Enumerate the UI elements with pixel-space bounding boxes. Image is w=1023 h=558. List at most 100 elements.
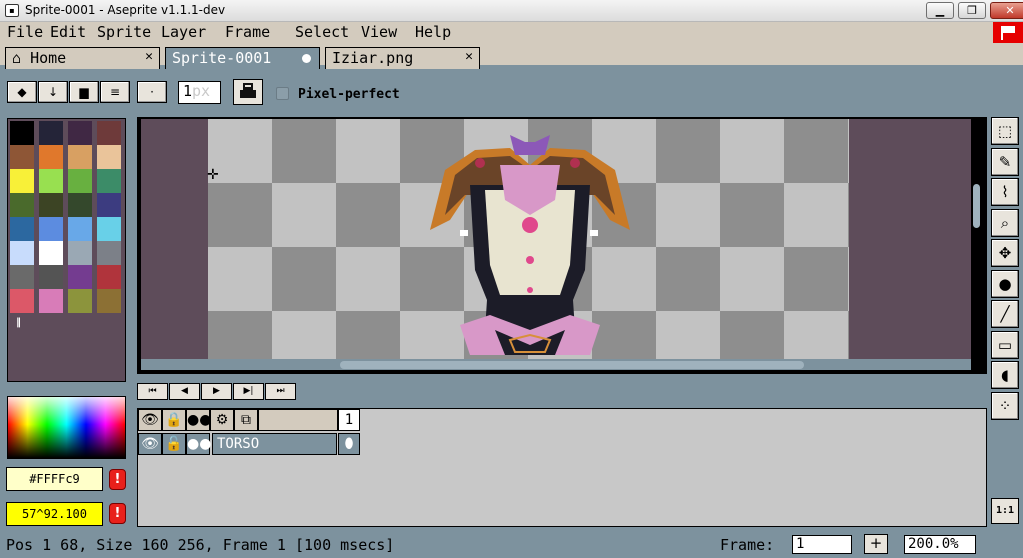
palette-swatch[interactable] xyxy=(10,265,34,289)
palette-swatch[interactable] xyxy=(68,145,92,169)
eyedropper-icon[interactable]: ⌇ xyxy=(991,178,1019,206)
palette-swatch[interactable] xyxy=(97,289,121,313)
pixel-perfect-checkbox[interactable] xyxy=(276,87,289,100)
pencil-icon[interactable]: ✎ xyxy=(991,147,1019,176)
move-icon[interactable]: ✥ xyxy=(991,239,1019,267)
menu-file[interactable]: File xyxy=(7,23,43,41)
palette-swatch[interactable] xyxy=(97,217,121,241)
next-frame-icon[interactable]: ▶| xyxy=(233,383,264,400)
paint-bucket-icon[interactable]: ● xyxy=(991,269,1019,298)
tab-iziar[interactable]: Iziar.png ✕ xyxy=(325,47,480,69)
palette-swatch[interactable] xyxy=(39,241,63,265)
palette-swatch[interactable] xyxy=(97,145,121,169)
palette-swatch[interactable] xyxy=(97,241,121,265)
palette-swatch[interactable] xyxy=(68,217,92,241)
palette-size-icon[interactable]: ‖ xyxy=(16,317,21,328)
palette-swatch[interactable] xyxy=(68,169,92,193)
zoom-input[interactable]: 200.0% xyxy=(904,535,976,554)
palette-swatch[interactable] xyxy=(68,241,92,265)
spray-icon[interactable]: ⁘ xyxy=(991,391,1019,420)
tab-sprite-0001[interactable]: Sprite-0001 xyxy=(165,47,320,69)
palette-swatch[interactable] xyxy=(39,265,63,289)
tab-home[interactable]: ⌂ Home ✕ xyxy=(5,47,160,69)
palette-swatch[interactable] xyxy=(10,289,34,313)
frame-input[interactable]: 1 xyxy=(792,535,852,554)
palette-swatch[interactable] xyxy=(10,241,34,265)
palette-swatch[interactable] xyxy=(97,121,121,145)
timeline-header: 👁 🔒 ●● ⚙ ⧉ 1 xyxy=(138,409,364,432)
lock-icon[interactable]: 🔒 xyxy=(162,409,186,431)
contour-icon[interactable]: ◖ xyxy=(991,361,1019,389)
palette-swatch[interactable] xyxy=(10,121,34,145)
eraser-icon[interactable]: ◆ xyxy=(7,81,37,103)
tab-iziar-close-icon[interactable]: ✕ xyxy=(465,49,473,64)
continuous-icon[interactable]: ●● xyxy=(186,433,211,455)
onion-skin-icon[interactable]: ●● xyxy=(186,409,211,431)
palette-swatch[interactable] xyxy=(10,145,34,169)
close-button[interactable]: ✕ xyxy=(990,2,1023,19)
palette-swatch[interactable] xyxy=(39,169,63,193)
eye-icon[interactable]: 👁 xyxy=(138,409,162,431)
rectangular-marquee-icon[interactable]: ⬚ xyxy=(991,117,1019,145)
first-frame-icon[interactable]: ⏮ xyxy=(137,383,168,400)
palette-swatch[interactable] xyxy=(68,193,92,217)
layer-name[interactable]: TORSO xyxy=(212,433,337,455)
menu-edit[interactable]: Edit xyxy=(50,23,86,41)
palette-swatch[interactable] xyxy=(39,145,63,169)
rectangle-icon[interactable]: ▭ xyxy=(991,330,1019,359)
horizontal-scroll-thumb[interactable] xyxy=(340,361,804,369)
menu-select[interactable]: Select xyxy=(295,23,349,41)
palette-swatch[interactable] xyxy=(97,193,121,217)
palette-swatch[interactable] xyxy=(39,121,63,145)
frame-header[interactable]: 1 xyxy=(338,409,360,431)
menu-layer[interactable]: Layer xyxy=(161,23,206,41)
arrow-down-icon[interactable]: ↓ xyxy=(38,81,68,103)
folder-icon[interactable]: ▆ xyxy=(69,81,99,103)
prev-frame-icon[interactable]: ◀ xyxy=(169,383,200,400)
background-warning-icon[interactable]: ! xyxy=(109,503,126,524)
eye-icon[interactable]: 👁 xyxy=(138,433,162,455)
link-icon[interactable]: ⧉ xyxy=(234,409,258,431)
palette-swatch[interactable] xyxy=(68,289,92,313)
menu-view[interactable]: View xyxy=(361,23,397,41)
brush-dot-icon[interactable]: · xyxy=(137,81,167,103)
palette-swatch[interactable] xyxy=(68,265,92,289)
list-icon[interactable]: ≡ xyxy=(100,81,130,103)
palette-swatch[interactable] xyxy=(10,217,34,241)
zoom-icon[interactable]: ⌕ xyxy=(991,208,1019,237)
aseprite-flag-icon xyxy=(993,22,1023,43)
minimize-button[interactable]: ▁ xyxy=(926,2,954,19)
cel[interactable]: ⬮ xyxy=(338,433,360,455)
tab-home-close-icon[interactable]: ✕ xyxy=(145,49,153,64)
vertical-scroll-thumb[interactable] xyxy=(973,184,980,228)
gear-icon[interactable]: ⚙ xyxy=(210,409,234,431)
palette-swatch[interactable] xyxy=(68,121,92,145)
palette-swatch[interactable] xyxy=(39,193,63,217)
sprite-torso xyxy=(430,135,630,355)
foreground-color-field[interactable]: #FFFFc9 xyxy=(6,467,103,491)
palette-swatch[interactable] xyxy=(10,169,34,193)
foreground-warning-icon[interactable]: ! xyxy=(109,469,126,490)
unlock-icon[interactable]: 🔓 xyxy=(162,433,186,455)
brush-size-input[interactable]: 1px xyxy=(178,81,221,104)
menu-frame[interactable]: Frame xyxy=(225,23,270,41)
palette-swatch[interactable] xyxy=(39,217,63,241)
color-spectrum[interactable] xyxy=(7,396,126,459)
palette-swatch[interactable] xyxy=(39,289,63,313)
add-frame-button[interactable]: + xyxy=(864,534,888,554)
zoom-reset-button[interactable]: 1:1 xyxy=(991,498,1019,524)
maximize-button[interactable]: ❐ xyxy=(958,2,986,19)
play-icon[interactable]: ▶ xyxy=(201,383,232,400)
line-icon[interactable]: ╱ xyxy=(991,300,1019,328)
menu-help[interactable]: Help xyxy=(415,23,451,41)
layer-row[interactable]: 👁 🔓 ●● TORSO ⬮ xyxy=(138,433,364,456)
background-color-field[interactable]: 57^92.100 xyxy=(6,502,103,526)
palette-swatch[interactable] xyxy=(10,193,34,217)
palette-swatch[interactable] xyxy=(97,169,121,193)
last-frame-icon[interactable]: ⏭ xyxy=(265,383,296,400)
palette-swatch[interactable] xyxy=(97,265,121,289)
menu-sprite[interactable]: Sprite xyxy=(97,23,151,41)
crosshair-cursor-icon: ✛ xyxy=(207,167,219,183)
window-title: Sprite-0001 - Aseprite v1.1.1-dev xyxy=(25,3,226,17)
ink-button[interactable] xyxy=(233,79,263,105)
